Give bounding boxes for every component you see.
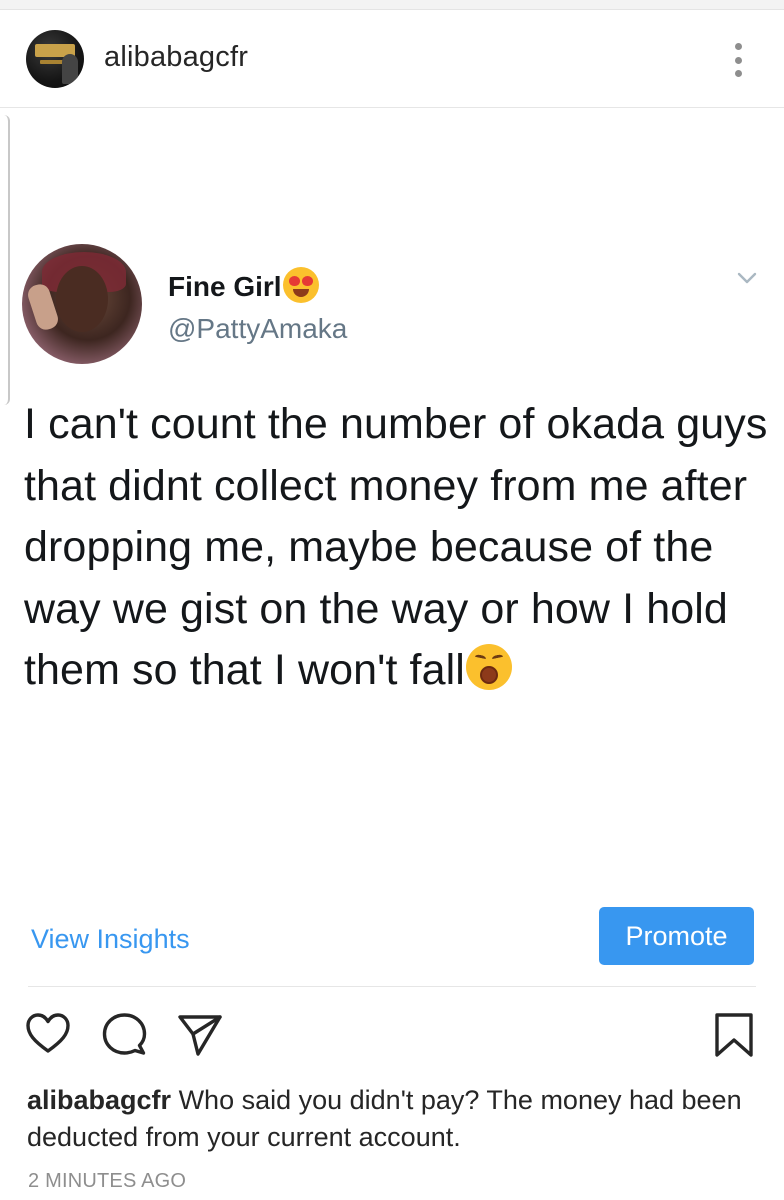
post-actions: [0, 996, 784, 1076]
post-header: alibabagcfr: [0, 10, 784, 108]
post-image[interactable]: Fine Girl @PattyAmaka I can't count the …: [0, 109, 784, 894]
post-username[interactable]: alibabagcfr: [104, 41, 248, 74]
post-timestamp: 2 MINUTES AGO: [28, 1170, 187, 1192]
heart-icon[interactable]: [24, 1010, 72, 1058]
avatar[interactable]: [26, 30, 84, 88]
bookmark-icon[interactable]: [710, 1010, 758, 1058]
promote-button[interactable]: Promote: [599, 907, 754, 965]
avatar-figure: [62, 54, 78, 84]
view-insights-link[interactable]: View Insights: [31, 924, 190, 955]
tweet-text: I can't count the number of okada guys t…: [24, 394, 774, 702]
tweet-text-body: I can't count the number of okada guys t…: [24, 400, 768, 694]
comment-icon[interactable]: [100, 1010, 148, 1058]
image-edge-indicator: [0, 115, 10, 405]
caption-username[interactable]: alibabagcfr: [27, 1085, 171, 1115]
share-icon[interactable]: [176, 1010, 224, 1058]
insights-row: View Insights Promote: [0, 894, 784, 986]
tweet-display-name: Fine Girl: [168, 267, 319, 303]
status-strip: [0, 0, 784, 10]
tweet-avatar: [22, 244, 142, 364]
tweet-display-name-text: Fine Girl: [168, 271, 282, 302]
heart-eyes-emoji: [282, 267, 319, 303]
chevron-down-icon: [737, 272, 757, 284]
divider: [28, 986, 756, 987]
more-vertical-icon[interactable]: [728, 40, 748, 80]
post-caption: alibabagcfr Who said you didn't pay? The…: [27, 1082, 767, 1156]
tweet-handle: @PattyAmaka: [168, 313, 348, 344]
tired-face-emoji: [465, 644, 512, 690]
